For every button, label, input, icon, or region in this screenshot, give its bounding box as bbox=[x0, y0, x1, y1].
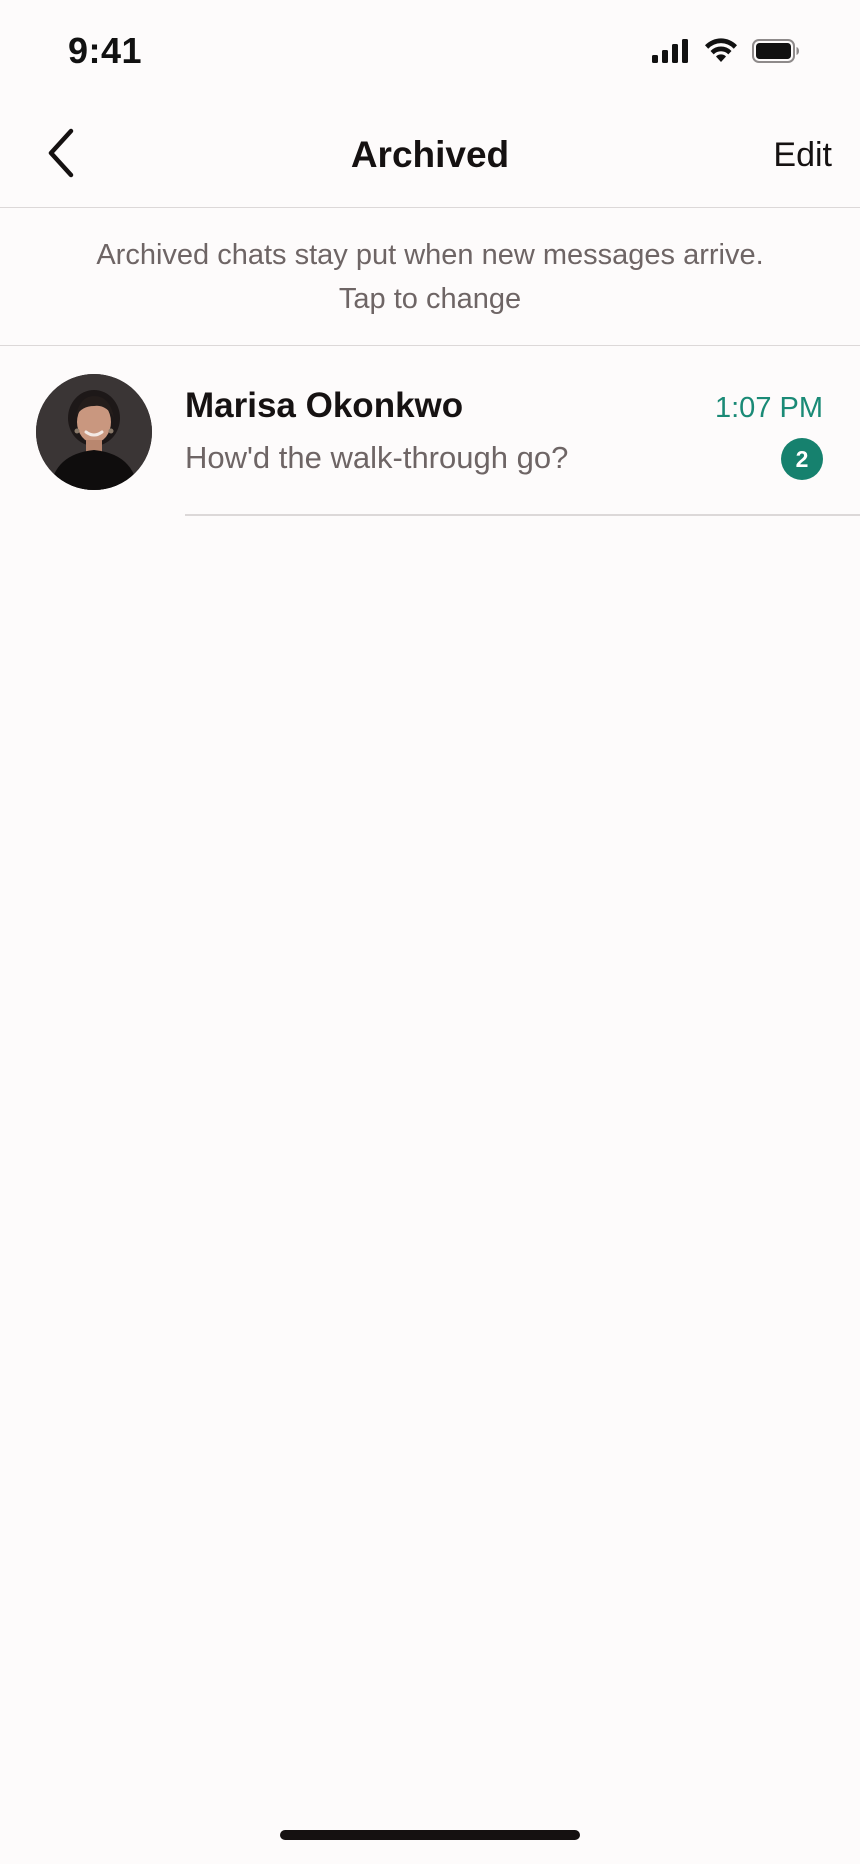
banner-text: Archived chats stay put when new message… bbox=[96, 238, 764, 315]
unread-count-badge: 2 bbox=[781, 438, 823, 480]
battery-icon bbox=[752, 38, 800, 69]
avatar bbox=[36, 374, 152, 490]
page-title: Archived bbox=[350, 134, 510, 175]
navigation-bar: Archived Edit bbox=[0, 100, 860, 208]
cellular-signal-icon bbox=[652, 39, 690, 68]
edit-button[interactable]: Edit bbox=[773, 136, 832, 175]
wifi-icon bbox=[704, 38, 738, 69]
chat-list-item[interactable]: Marisa Okonkwo How'd the walk-through go… bbox=[0, 346, 860, 516]
archive-settings-banner[interactable]: Archived chats stay put when new message… bbox=[0, 208, 860, 346]
status-time: 9:41 bbox=[68, 30, 143, 71]
row-divider bbox=[185, 514, 860, 516]
contact-name: Marisa Okonkwo bbox=[185, 386, 464, 425]
message-preview: How'd the walk-through go? bbox=[185, 440, 569, 475]
home-indicator[interactable] bbox=[280, 1830, 580, 1840]
message-time: 1:07 PM bbox=[715, 392, 823, 424]
archived-chats-screen: 9:41 Archived Edit Archived chats stay p… bbox=[0, 0, 860, 1864]
status-bar: 9:41 bbox=[0, 0, 860, 100]
status-icons bbox=[652, 38, 800, 69]
